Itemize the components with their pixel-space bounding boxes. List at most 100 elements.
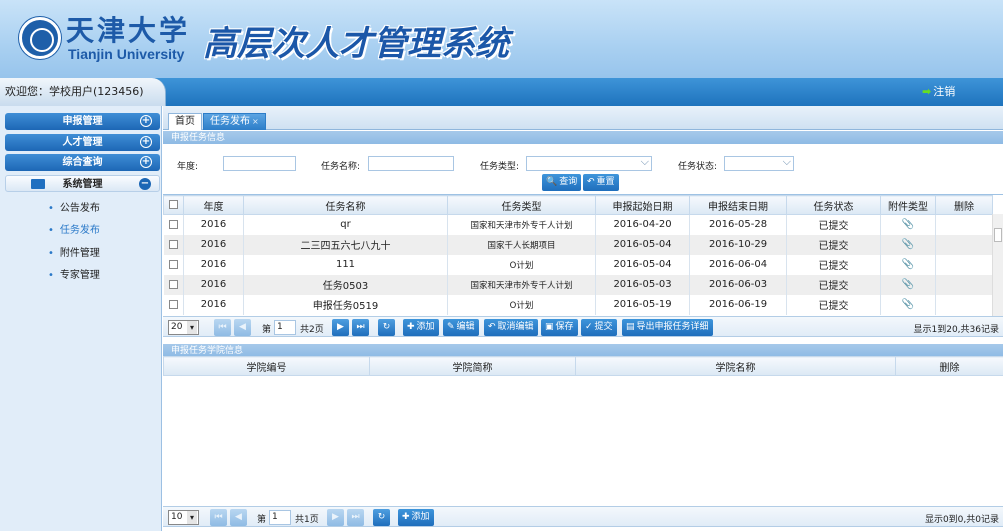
next-page-icon[interactable]: ▶	[327, 509, 344, 526]
system-title: 高层次人才管理系统	[203, 24, 509, 64]
cell-year: 2016	[183, 214, 244, 235]
sidebar-item-task-publish[interactable]: 任务发布	[48, 221, 100, 236]
task-table: 年度 任务名称 任务类型 申报起始日期 申报结束日期 任务状态 附件类型 删除 …	[163, 195, 993, 315]
paperclip-icon[interactable]: 📎	[902, 299, 914, 310]
col-college-short[interactable]: 学院简称	[369, 356, 576, 376]
last-page-icon[interactable]: ⏭	[347, 509, 364, 526]
page-size-select[interactable]: 20	[168, 320, 199, 335]
table-row[interactable]: 2016 qr 国家和天津市外专千人计划 2016-04-20 2016-05-28 已提…	[163, 214, 993, 235]
vertical-scrollbar[interactable]	[992, 214, 1003, 319]
page-input[interactable]: 1	[269, 510, 291, 525]
col-college-name[interactable]: 学院名称	[575, 356, 896, 376]
record-status: 显示1到20,共36记录	[913, 325, 1000, 335]
col-end-date[interactable]: 申报结束日期	[689, 195, 787, 215]
cell-type: 国家和天津市外专千人计划	[447, 274, 596, 295]
paperclip-icon[interactable]: 📎	[902, 259, 914, 270]
table-row[interactable]: 2016 申报任务0519 O计划 2016-05-19 2016-06-19 已提交 📎	[163, 294, 993, 315]
query-button[interactable]: 🔍 查询	[542, 174, 582, 191]
add-button[interactable]: ✚ 添加	[403, 319, 439, 336]
task-status-select[interactable]	[724, 155, 794, 171]
table-row[interactable]: 2016 二三四五六七八九十 国家千人长期项目 2016-05-04 2016-10-2…	[163, 234, 993, 255]
cell-year: 2016	[183, 254, 244, 275]
row-checkbox[interactable]	[168, 219, 178, 229]
logout-link[interactable]: ➡ 注销	[922, 83, 955, 99]
export-button[interactable]: ▤ 导出申报任务详细	[622, 319, 713, 336]
search-panel: 年度: 任务名称: 任务类型: 任务状态: 🔍查询 ↶重置	[163, 144, 1003, 194]
first-page-icon[interactable]: ⏮	[214, 319, 231, 336]
menu-talent[interactable]: 人才管理 +	[5, 134, 160, 151]
page-input[interactable]: 1	[274, 320, 296, 335]
col-college-delete[interactable]: 删除	[895, 356, 1003, 376]
close-icon[interactable]: ×	[252, 117, 259, 126]
record-status: 显示0到0,共0记录	[924, 515, 999, 525]
sidebar-item-attachment[interactable]: 附件管理	[48, 244, 100, 259]
cancel-edit-label: 取消编辑	[497, 322, 534, 332]
row-checkbox[interactable]	[168, 299, 178, 309]
menu-query-label: 综合查询	[62, 157, 103, 168]
prev-page-icon[interactable]: ◀	[234, 319, 251, 336]
first-page-icon[interactable]: ⏮	[210, 509, 227, 526]
submit-button[interactable]: ✓ 提交	[581, 319, 617, 336]
tab-home[interactable]: 首页	[168, 113, 202, 130]
page-size-select[interactable]: 10	[168, 510, 199, 525]
sidebar-item-expert[interactable]: 专家管理	[48, 266, 100, 281]
sidebar-item-announcement[interactable]: 公告发布	[48, 199, 100, 214]
paperclip-icon[interactable]: 📎	[902, 279, 914, 290]
task-name-input[interactable]	[368, 156, 454, 171]
col-status[interactable]: 任务状态	[786, 195, 881, 215]
col-attachment[interactable]: 附件类型	[880, 195, 936, 215]
cancel-edit-button[interactable]: ↶ 取消编辑	[484, 319, 538, 336]
add-label: 添加	[416, 322, 435, 332]
save-button[interactable]: ▣ 保存	[541, 319, 578, 336]
cell-delete[interactable]	[935, 254, 993, 275]
floppy-icon: ▣	[545, 322, 554, 332]
refresh-icon[interactable]: ↻	[378, 319, 395, 336]
reset-button[interactable]: ↶ 重置	[583, 174, 619, 191]
table-row[interactable]: 2016 任务0503 国家和天津市外专千人计划 2016-05-03 2016-06-…	[163, 274, 993, 295]
cell-type: O计划	[447, 254, 596, 275]
cell-name: 二三四五六七八九十	[243, 234, 448, 255]
paperclip-icon[interactable]: 📎	[902, 239, 914, 250]
col-delete[interactable]: 删除	[935, 195, 993, 215]
select-all-header[interactable]	[163, 195, 184, 215]
select-all-checkbox[interactable]	[169, 200, 178, 209]
col-task-name[interactable]: 任务名称	[243, 195, 448, 215]
col-task-type[interactable]: 任务类型	[447, 195, 596, 215]
row-checkbox[interactable]	[168, 279, 178, 289]
next-page-icon[interactable]: ▶	[332, 319, 349, 336]
table-row[interactable]: 2016 111 O计划 2016-05-04 2016-06-04 已提交 📎	[163, 254, 993, 275]
edit-button[interactable]: ✎ 编辑	[443, 319, 479, 336]
welcome-text: 欢迎您：学校用户(123456)	[0, 78, 166, 106]
cell-end: 2016-06-03	[689, 274, 787, 295]
row-checkbox[interactable]	[168, 259, 178, 269]
menu-system[interactable]: 系统管理 −	[5, 175, 160, 192]
cell-status: 已提交	[786, 274, 881, 295]
cell-start: 2016-05-19	[595, 294, 690, 315]
cell-delete[interactable]	[935, 234, 993, 255]
row-checkbox[interactable]	[168, 239, 178, 249]
plus-icon: ✚	[402, 512, 410, 522]
cell-delete[interactable]	[935, 274, 993, 295]
add-college-button[interactable]: ✚ 添加	[398, 509, 434, 526]
cell-type: 国家和天津市外专千人计划	[447, 214, 596, 235]
menu-query[interactable]: 综合查询 +	[5, 154, 160, 171]
cell-end: 2016-10-29	[689, 234, 787, 255]
scrollbar-thumb[interactable]	[994, 228, 1002, 242]
cell-type: 国家千人长期项目	[447, 234, 596, 255]
col-college-code[interactable]: 学院编号	[163, 356, 370, 376]
menu-declare[interactable]: 申报管理 +	[5, 113, 160, 130]
refresh-icon[interactable]: ↻	[373, 509, 390, 526]
menu-talent-label: 人才管理	[62, 137, 103, 148]
cell-delete[interactable]	[935, 294, 993, 315]
task-type-select[interactable]	[526, 155, 652, 171]
prev-page-icon[interactable]: ◀	[230, 509, 247, 526]
col-year[interactable]: 年度	[183, 195, 244, 215]
tab-task-label: 任务发布	[210, 116, 250, 127]
export-icon: ▤	[626, 322, 635, 332]
tab-task-publish[interactable]: 任务发布 ×	[203, 113, 266, 130]
col-start-date[interactable]: 申报起始日期	[595, 195, 690, 215]
paperclip-icon[interactable]: 📎	[902, 219, 914, 230]
cell-delete[interactable]	[935, 214, 993, 235]
year-input[interactable]	[223, 156, 296, 171]
last-page-icon[interactable]: ⏭	[352, 319, 369, 336]
